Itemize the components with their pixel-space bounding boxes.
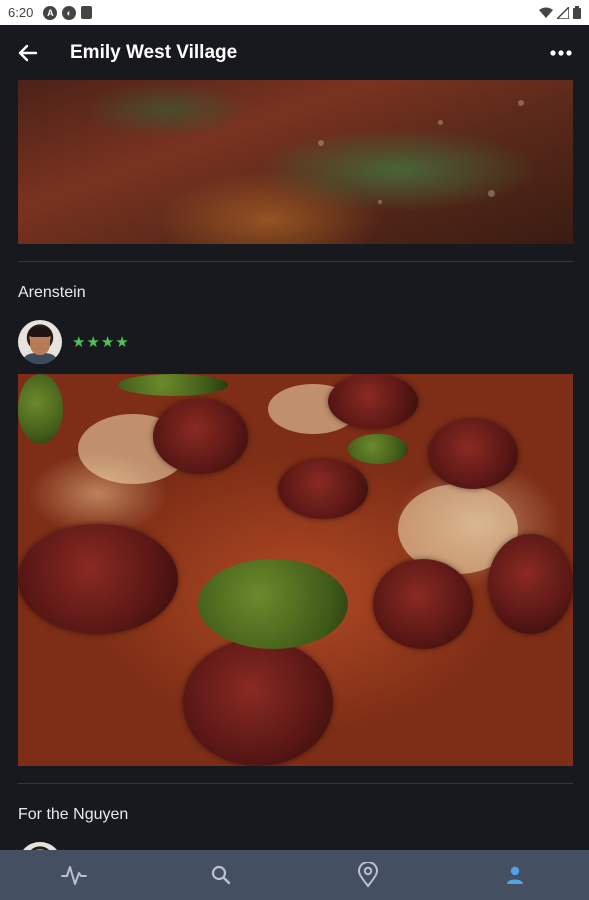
sync-icon: ◐ <box>62 5 77 20</box>
rating-stars: ★★★★ <box>72 334 130 351</box>
avatar[interactable] <box>18 320 62 364</box>
back-button[interactable] <box>16 41 40 65</box>
review-photo[interactable] <box>18 374 573 766</box>
battery-icon <box>573 6 581 19</box>
map-pin-icon <box>358 862 379 888</box>
signal-icon <box>557 6 569 19</box>
app-bar: Emily West Village <box>0 25 589 80</box>
page-title: Emily West Village <box>70 41 238 63</box>
bottom-navigation <box>0 850 589 900</box>
more-options-button[interactable] <box>549 41 573 65</box>
status-bar: 6:20 A ◐ <box>0 0 589 25</box>
review-feed[interactable]: Arenstein ★★★★ For the Nguyen <box>0 80 589 850</box>
wifi-icon <box>539 7 553 18</box>
sim-icon <box>81 6 93 19</box>
reviewer-name[interactable]: For the Nguyen <box>18 806 128 824</box>
more-horizontal-icon <box>550 49 572 56</box>
reviewer-name[interactable]: Arenstein <box>18 284 86 302</box>
avatar[interactable] <box>18 842 62 850</box>
status-right <box>539 6 581 19</box>
activity-icon <box>60 866 87 885</box>
status-time: 6:20 <box>8 5 34 20</box>
arrow-left-icon <box>18 44 38 61</box>
nav-profile[interactable] <box>485 850 545 900</box>
nav-map[interactable] <box>338 850 398 900</box>
user-icon <box>507 866 524 884</box>
search-icon <box>211 865 231 885</box>
divider <box>18 783 573 784</box>
divider <box>18 261 573 262</box>
nav-search[interactable] <box>191 850 251 900</box>
review-photo[interactable] <box>18 80 573 244</box>
nav-activity[interactable] <box>44 850 104 900</box>
a-icon: A <box>43 5 58 20</box>
